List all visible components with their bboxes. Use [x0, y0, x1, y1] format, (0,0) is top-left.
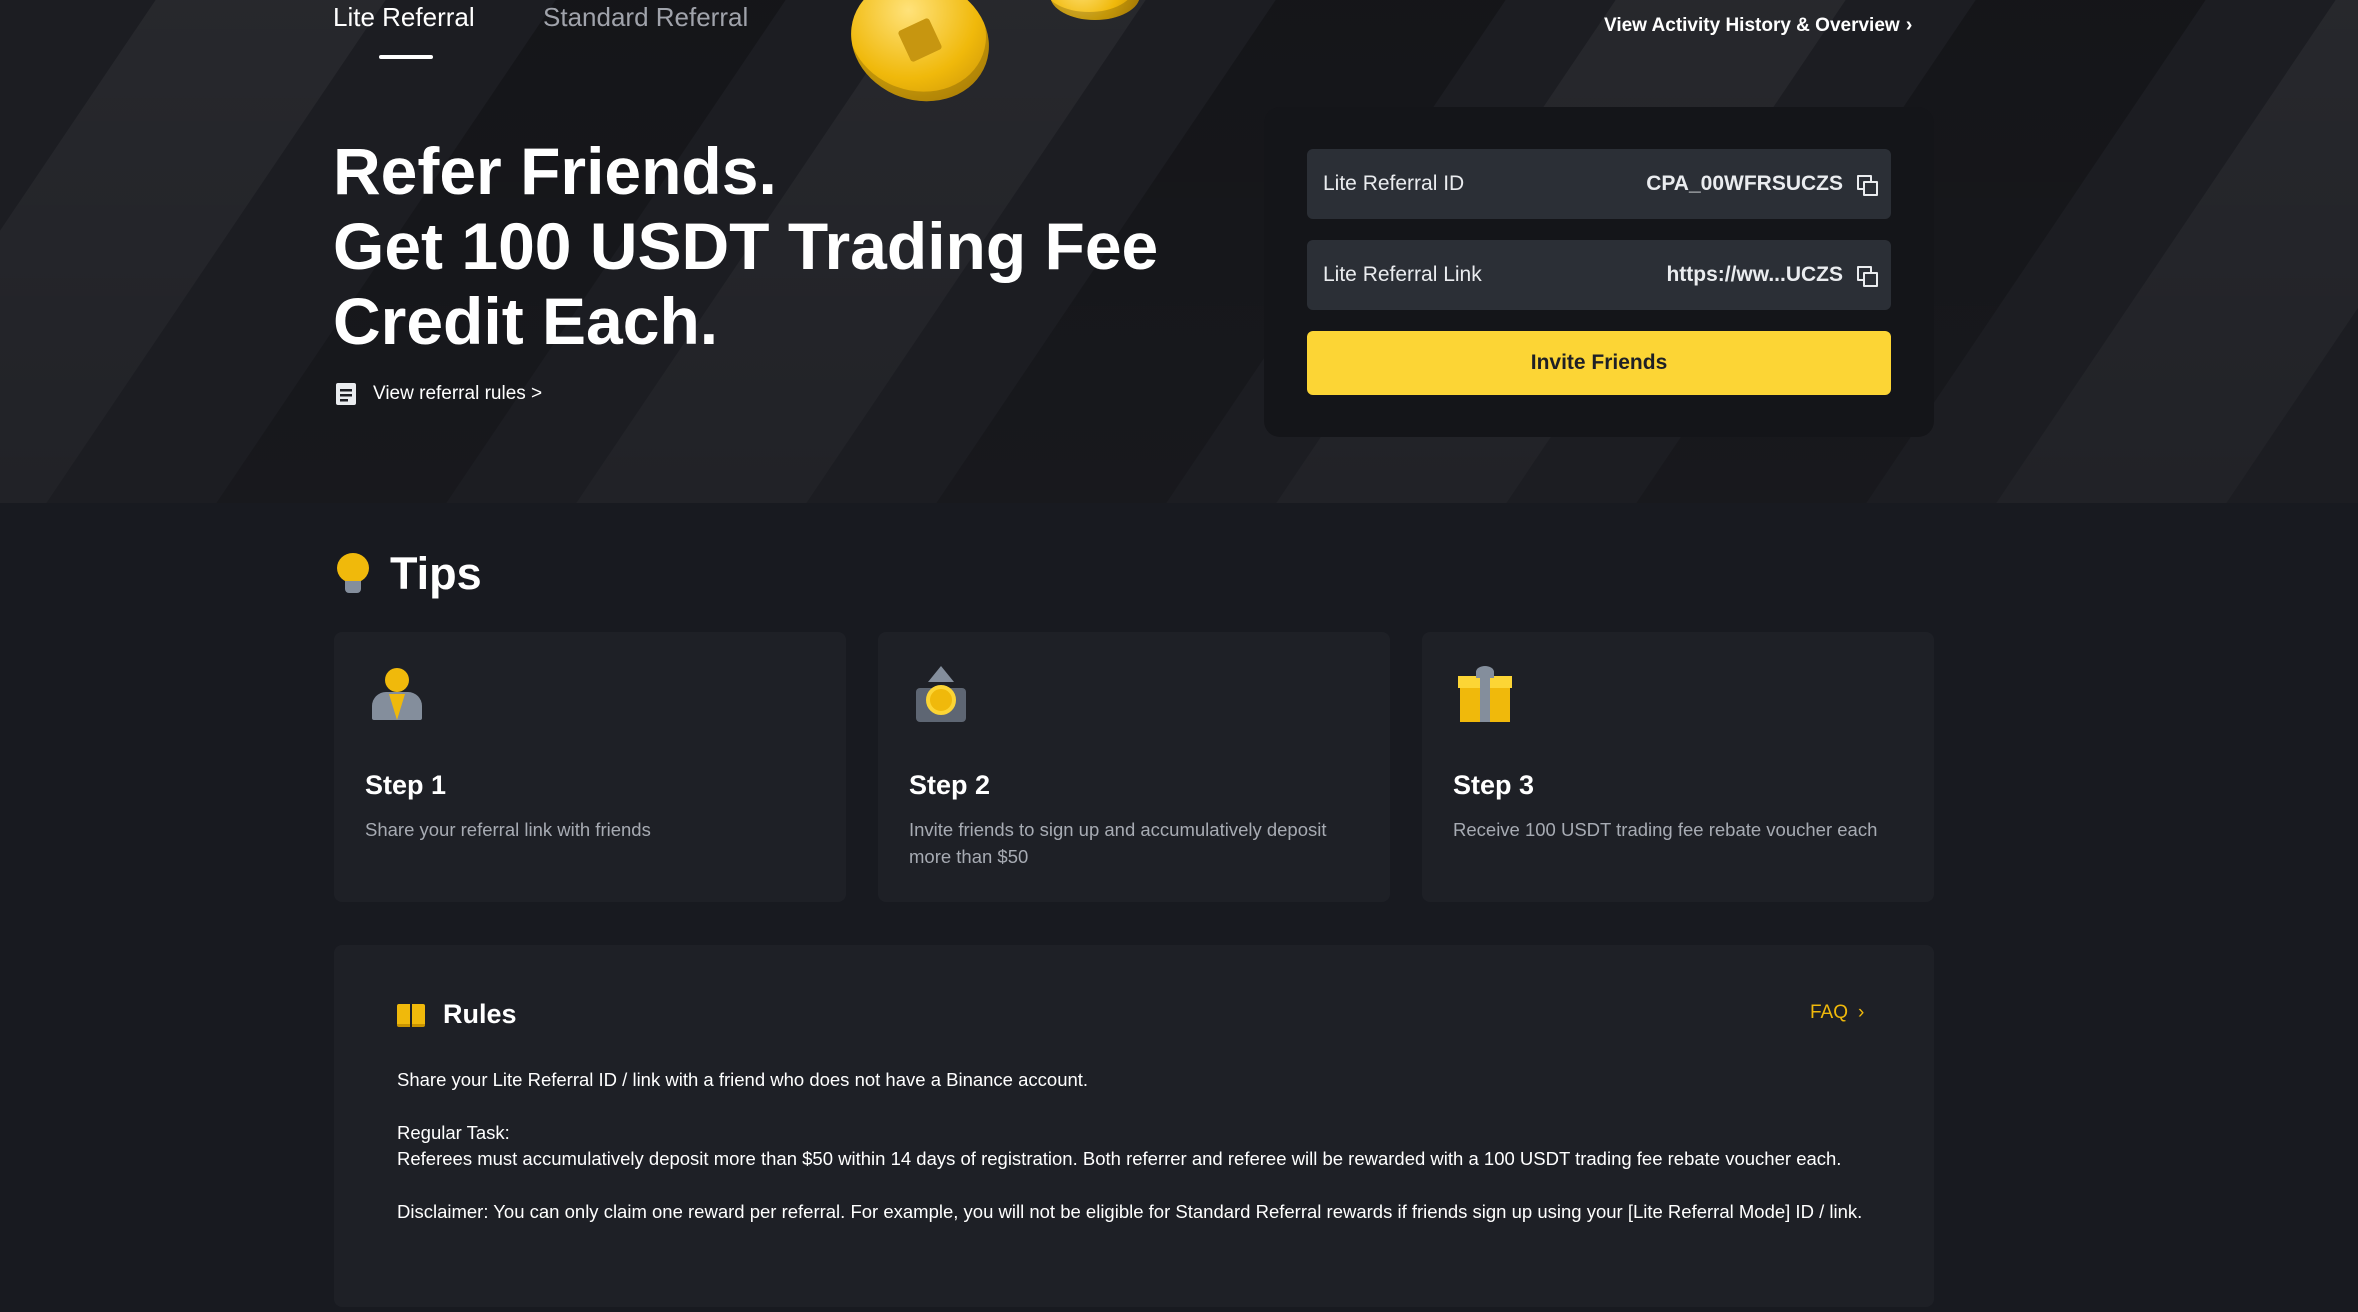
step-card: Step 3 Receive 100 USDT trading fee reba…	[1422, 632, 1934, 902]
book-icon	[397, 1003, 425, 1027]
disclaimer-text: Disclaimer: You can only claim one rewar…	[397, 1201, 1863, 1222]
deposit-box-icon	[914, 666, 968, 722]
document-icon	[333, 381, 359, 407]
regular-task-heading: Regular Task:	[397, 1122, 510, 1143]
faq-link[interactable]: FAQ ›	[1810, 1002, 1864, 1024]
chevron-right-icon: ›	[1858, 1002, 1865, 1023]
referral-link-label: Lite Referral Link	[1323, 263, 1482, 286]
title-line: Get 100 USDT Trading Fee	[333, 209, 1159, 283]
hero-banner: Lite Referral Standard Referral View Act…	[0, 0, 2358, 503]
person-icon	[370, 666, 424, 722]
tips-header: Tips	[336, 548, 482, 600]
step-title: Step 3	[1453, 770, 1535, 800]
copy-icon[interactable]	[1857, 266, 1878, 287]
step-description: Invite friends to sign up and accumulati…	[909, 819, 1327, 867]
faq-label: FAQ	[1810, 1002, 1849, 1023]
regular-task-text: Referees must accumulatively deposit mor…	[397, 1148, 1842, 1169]
active-tab-indicator	[379, 55, 433, 59]
step-card: Step 1 Share your referral link with fri…	[334, 632, 846, 902]
chevron-right-icon: ›	[1905, 14, 1913, 36]
tab-lite-referral[interactable]: Lite Referral	[333, 2, 475, 33]
lightbulb-icon	[336, 553, 370, 595]
referral-card: Lite Referral ID CPA_00WFRSUCZS Lite Ref…	[1264, 107, 1934, 437]
rules-link-label: View referral rules >	[373, 383, 543, 404]
tips-title: Tips	[390, 548, 482, 599]
activity-link-label: View Activity History & Overview	[1604, 14, 1900, 36]
step-description: Receive 100 USDT trading fee rebate vouc…	[1453, 819, 1878, 840]
referral-id-field: Lite Referral ID CPA_00WFRSUCZS	[1307, 149, 1891, 219]
title-line: Refer Friends.	[333, 134, 777, 208]
rules-header: Rules	[397, 999, 517, 1030]
title-line: Credit Each.	[333, 284, 719, 358]
referral-link-field: Lite Referral Link https://ww...UCZS	[1307, 240, 1891, 310]
referral-link-value: https://ww...UCZS	[1666, 263, 1843, 286]
invite-friends-button[interactable]: Invite Friends	[1307, 331, 1891, 395]
referral-id-label: Lite Referral ID	[1323, 172, 1465, 195]
view-activity-history-link[interactable]: View Activity History & Overview ›	[1604, 14, 1912, 37]
view-referral-rules-link[interactable]: View referral rules >	[333, 381, 542, 407]
rules-title: Rules	[443, 999, 517, 1029]
gift-icon	[1458, 666, 1512, 722]
rules-body: Share your Lite Referral ID / link with …	[397, 1067, 1887, 1252]
rules-paragraph: Share your Lite Referral ID / link with …	[397, 1069, 1089, 1090]
step-title: Step 2	[909, 770, 991, 800]
step-card: Step 2 Invite friends to sign up and acc…	[878, 632, 1390, 902]
rules-section: Rules FAQ › Share your Lite Referral ID …	[334, 945, 1934, 1307]
referral-id-value: CPA_00WFRSUCZS	[1646, 172, 1843, 195]
page-title: Refer Friends. Get 100 USDT Trading Fee …	[333, 134, 1158, 359]
step-title: Step 1	[365, 770, 447, 800]
copy-icon[interactable]	[1857, 175, 1878, 196]
step-description: Share your referral link with friends	[365, 819, 651, 840]
tab-standard-referral[interactable]: Standard Referral	[543, 2, 748, 33]
